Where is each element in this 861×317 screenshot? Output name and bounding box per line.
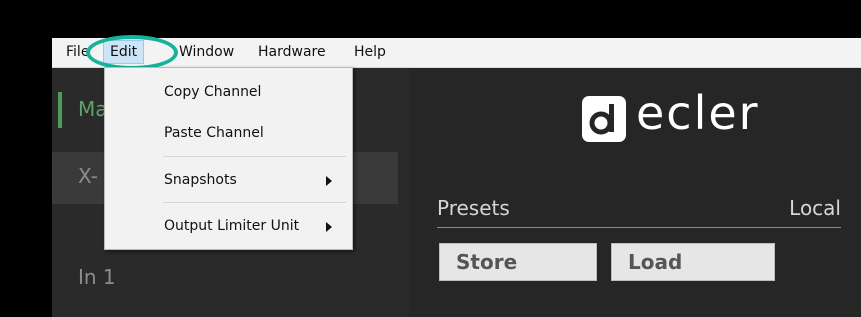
submenu-arrow-icon [326, 222, 332, 232]
menu-item-output-limiter-unit[interactable]: Output Limiter Unit [164, 218, 299, 234]
menu-item-paste-channel[interactable]: Paste Channel [164, 125, 264, 141]
menu-window[interactable]: Window [179, 44, 234, 60]
submenu-arrow-icon [326, 176, 332, 186]
presets-label: Presets [437, 196, 510, 220]
menu-help[interactable]: Help [354, 44, 386, 60]
store-button[interactable]: Store [439, 243, 597, 281]
load-button[interactable]: Load [611, 243, 775, 281]
menu-hardware[interactable]: Hardware [258, 44, 326, 60]
ecler-logo-icon [582, 96, 626, 142]
selected-accent-bar [58, 92, 62, 128]
ecler-logo-text: ecler [636, 86, 760, 140]
presets-divider [437, 227, 841, 228]
channel-item-label: X- [78, 164, 98, 188]
menu-item-snapshots[interactable]: Snapshots [164, 172, 237, 188]
menu-item-copy-channel[interactable]: Copy Channel [164, 84, 261, 100]
edit-menu-highlight-ring [86, 35, 178, 70]
menu-separator [163, 202, 346, 203]
presets-location-label: Local [789, 196, 841, 220]
input-channel-label[interactable]: In 1 [78, 265, 116, 289]
menu-separator [163, 156, 346, 157]
presets-panel: ecler Presets Local Store Load [409, 68, 861, 317]
edit-menu-dropdown: Copy Channel Paste Channel Snapshots Out… [104, 67, 353, 250]
